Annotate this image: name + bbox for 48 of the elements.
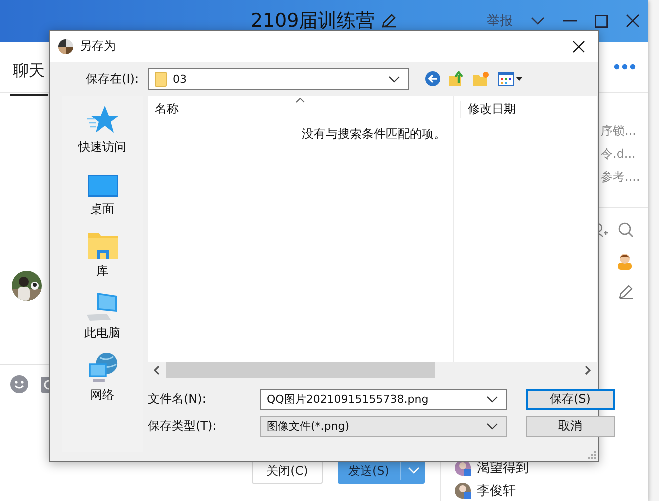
chevron-down-icon (487, 396, 498, 403)
places-item[interactable]: 桌面 (88, 166, 118, 218)
smiley-icon[interactable] (10, 375, 29, 394)
member-name[interactable]: 李俊轩 (477, 482, 516, 500)
file-type-dropdown[interactable]: 图像文件(*.png) (260, 416, 507, 437)
chevron-down-icon (389, 76, 400, 82)
maximize-icon[interactable] (595, 14, 608, 28)
chevron-down-icon (487, 423, 498, 430)
file-name-label: 文件名(N): (148, 391, 208, 408)
places-item[interactable]: 快速访问 (78, 104, 126, 156)
file-name[interactable]: 令.d... (601, 146, 648, 163)
minimize-icon[interactable] (563, 20, 577, 22)
person-icon[interactable] (616, 252, 634, 270)
file-name[interactable]: 序锁... (601, 123, 648, 140)
folder-dropdown[interactable]: 03 (148, 68, 409, 90)
window-title: 2109届训练营 (250, 9, 376, 34)
save-button[interactable]: 保存(S) (526, 389, 615, 410)
folder-icon (155, 72, 167, 86)
places-item[interactable]: 此电脑 (84, 290, 120, 342)
empty-message: 没有与搜索条件匹配的项。 (302, 126, 446, 143)
dialog-title: 另存为 (80, 38, 117, 55)
save-in-label: 保存在(I): (85, 70, 140, 88)
scroll-left-icon[interactable] (154, 366, 160, 374)
close-icon[interactable] (573, 40, 585, 52)
star-icon (86, 105, 118, 135)
search-icon[interactable] (618, 222, 634, 238)
monitor-icon (88, 175, 118, 197)
sort-caret-icon (296, 98, 305, 103)
resize-grip-icon[interactable] (588, 451, 596, 459)
folder-up-icon[interactable] (449, 71, 465, 87)
file-name[interactable]: 参考.... (601, 169, 648, 186)
cancel-button[interactable]: 取消 (526, 416, 615, 437)
column-header[interactable]: 修改日期 (460, 100, 516, 118)
app-icon (58, 38, 74, 54)
places-item[interactable]: 库 (88, 228, 118, 280)
view-menu-icon[interactable] (498, 72, 523, 86)
more-icon[interactable] (614, 64, 636, 70)
column-header[interactable]: 名称 (148, 100, 460, 118)
chevron-down-icon[interactable] (531, 16, 545, 26)
folder-icon (88, 233, 118, 259)
file-type-label: 保存类型(T): (148, 418, 218, 435)
computer-icon (86, 293, 118, 321)
pencil-icon[interactable] (381, 13, 398, 29)
scroll-right-icon[interactable] (585, 366, 591, 374)
file-name-field[interactable]: QQ图片20210915155738.png (260, 389, 507, 410)
places-item[interactable]: 网络 (86, 352, 118, 404)
globe-monitor-icon (86, 352, 118, 383)
pencil-icon[interactable] (618, 284, 634, 300)
